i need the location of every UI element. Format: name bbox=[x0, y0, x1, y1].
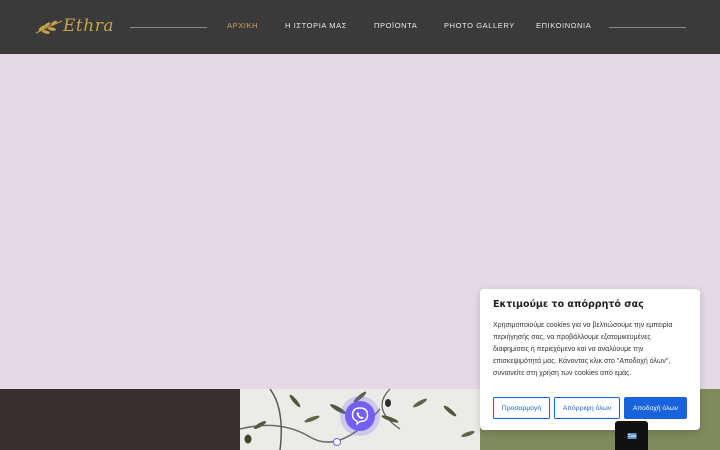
site-header: Ethra ΑΡΧΙΚΗ Η ΙΣΤΟΡΙΑ ΜΑΣ ΠΡΟΪΟΝΤΑ PHOT… bbox=[0, 0, 720, 54]
viber-icon bbox=[351, 407, 369, 426]
feature-panel-dark bbox=[0, 389, 240, 450]
nav-item-our-story[interactable]: Η ΙΣΤΟΡΙΑ ΜΑΣ bbox=[285, 21, 347, 30]
main-nav: ΑΡΧΙΚΗ Η ΙΣΤΟΡΙΑ ΜΑΣ ΠΡΟΪΟΝΤΑ PHOTO GALL… bbox=[0, 21, 720, 33]
nav-item-contact[interactable]: ΕΠΙΚΟΙΝΩΝΙΑ bbox=[536, 21, 591, 30]
cookie-accept-all-button[interactable]: Αποδοχή όλων bbox=[624, 397, 687, 419]
cookie-reject-all-button[interactable]: Απόρριψη όλων bbox=[554, 397, 620, 419]
cookie-button-group: Προσαρμογή Απόρριψη όλων Αποδοχή όλων bbox=[493, 397, 687, 419]
nav-item-products[interactable]: ΠΡΟΪΟΝΤΑ bbox=[374, 21, 417, 30]
greek-flag-icon bbox=[627, 433, 637, 439]
cookie-consent-banner: Εκτιμούμε το απόρρητό σας Χρησιμοποιούμε… bbox=[480, 289, 700, 430]
chat-widget-indicator bbox=[333, 438, 341, 446]
language-switcher[interactable] bbox=[615, 421, 648, 450]
nav-item-home[interactable]: ΑΡΧΙΚΗ bbox=[227, 21, 258, 30]
nav-item-photo-gallery[interactable]: PHOTO GALLERY bbox=[444, 21, 515, 30]
cookie-description: Χρησιμοποιούμε cookies για να βελτιώσουμ… bbox=[493, 322, 673, 377]
cookie-customize-button[interactable]: Προσαρμογή bbox=[493, 397, 550, 419]
viber-chat-button[interactable] bbox=[345, 401, 375, 431]
cookie-title: Εκτιμούμε το απόρρητό σας bbox=[493, 299, 644, 310]
